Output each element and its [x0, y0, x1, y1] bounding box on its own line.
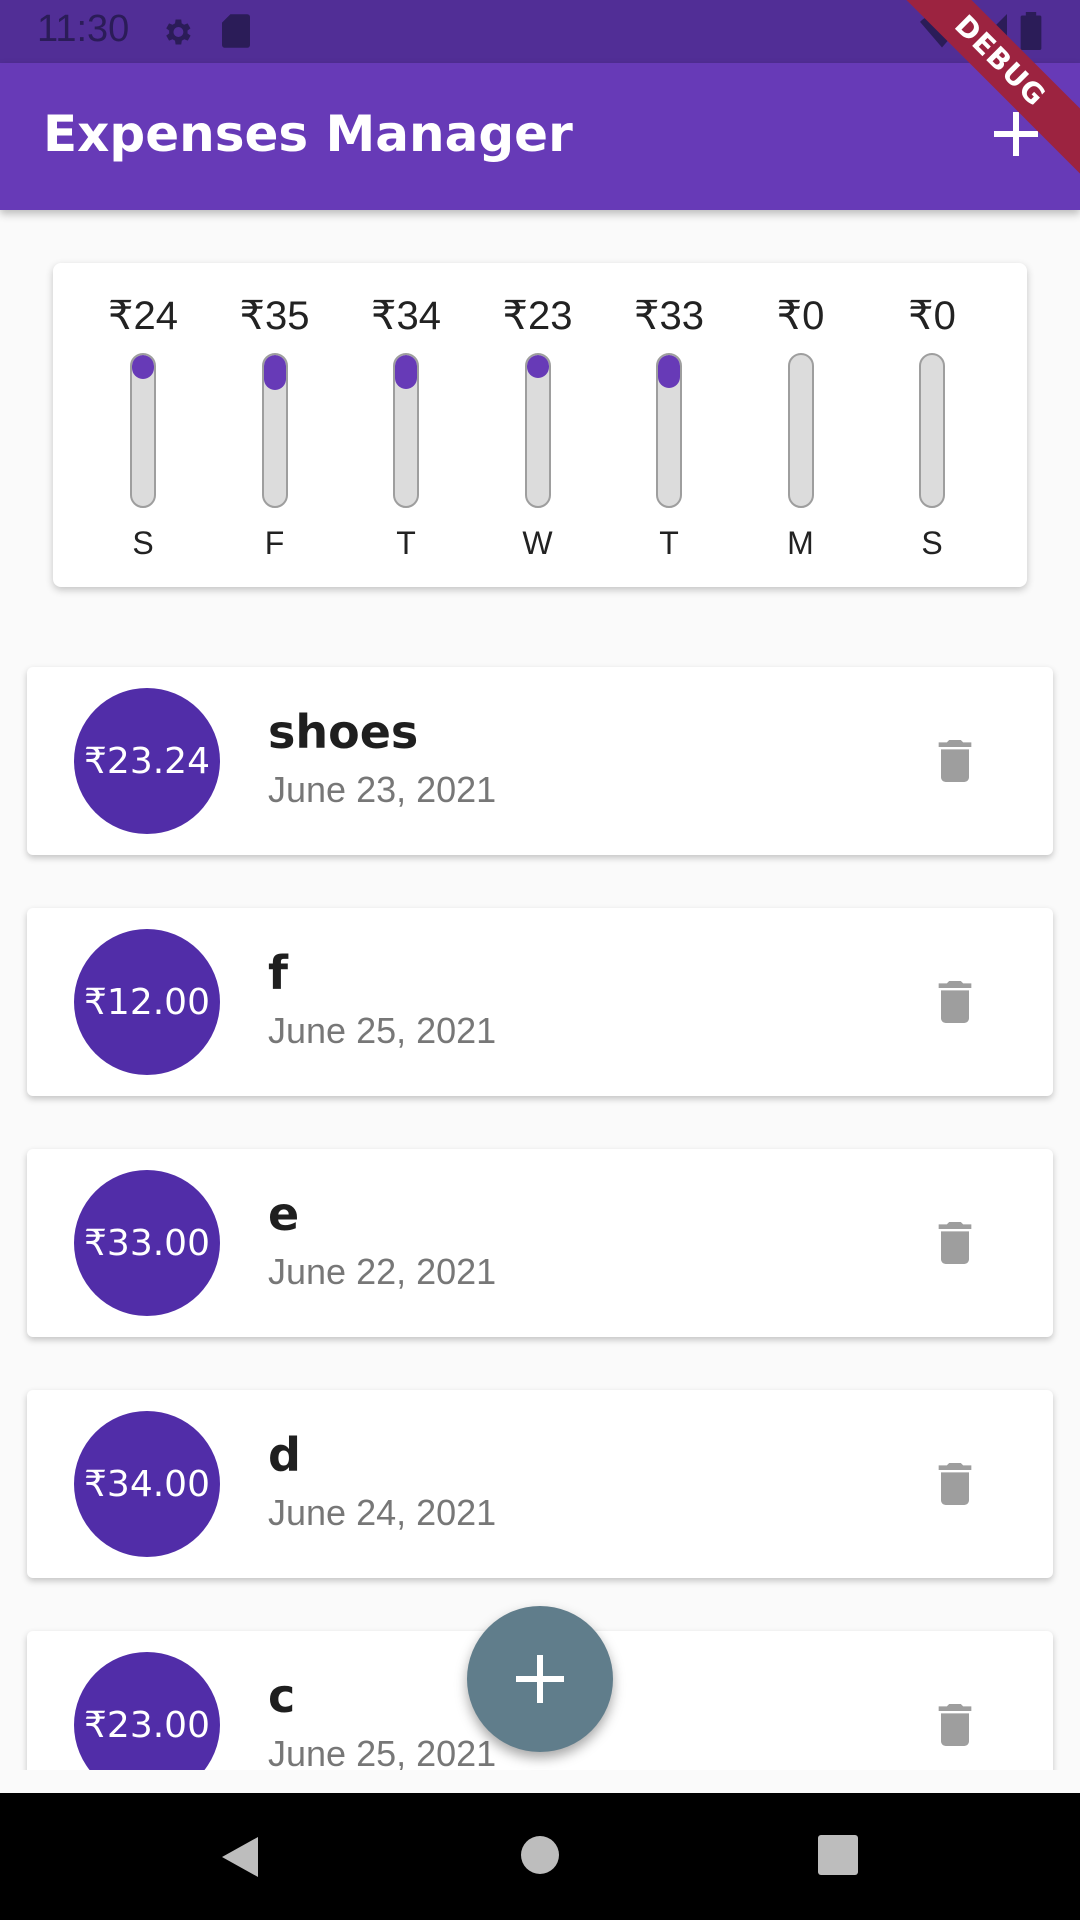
weekly-chart: ₹24 S ₹35 F ₹34 T ₹23 W ₹33 T ₹0 M ₹0 S [53, 263, 1027, 587]
bar-track [261, 353, 288, 508]
bar-day-label: S [132, 525, 154, 561]
amount-avatar: ₹12.00 [74, 929, 220, 1075]
bar-amount-label: ₹33 [634, 294, 704, 338]
bar-amount-label: ₹24 [108, 294, 178, 338]
bar-amount-label: ₹35 [239, 294, 310, 338]
chart-bar-column: ₹0 M [741, 263, 861, 587]
bar-day-label: M [787, 525, 814, 561]
transaction-card[interactable]: ₹23.24 shoes June 23, 2021 [27, 667, 1053, 855]
transaction-card[interactable]: ₹12.00 f June 25, 2021 [27, 908, 1053, 1096]
chart-bar-column: ₹34 T [346, 263, 466, 587]
bar-day-label: F [264, 525, 285, 561]
bar-track [130, 353, 156, 508]
bar-fill [526, 355, 549, 379]
bar-amount-label: ₹34 [371, 294, 441, 338]
transaction-title: e [268, 1187, 300, 1241]
bar-track [524, 353, 551, 508]
chart-bar-column: ₹35 F [215, 263, 335, 587]
delete-icon[interactable] [927, 1697, 983, 1753]
bar-day-label: T [659, 525, 679, 561]
add-fab-button[interactable] [467, 1606, 613, 1752]
transaction-title: d [268, 1428, 301, 1482]
system-nav-bar [0, 1793, 1080, 1920]
delete-icon[interactable] [927, 974, 983, 1030]
sd-card-icon [222, 14, 250, 52]
home-icon[interactable] [520, 1835, 560, 1879]
chart-bar-column: ₹0 S [872, 263, 992, 587]
plus-icon [516, 1655, 564, 1703]
amount-avatar: ₹34.00 [74, 1411, 220, 1557]
transaction-date: June 25, 2021 [268, 1733, 497, 1770]
delete-icon[interactable] [927, 1215, 983, 1271]
recents-icon[interactable] [818, 1835, 858, 1879]
transaction-date: June 22, 2021 [268, 1251, 497, 1292]
chart-bar-column: ₹23 W [478, 263, 598, 587]
status-time: 11:30 [37, 8, 130, 50]
transaction-date: June 25, 2021 [268, 1010, 497, 1051]
delete-icon[interactable] [927, 733, 983, 789]
bar-track [787, 353, 814, 508]
bar-track [919, 353, 945, 508]
delete-icon[interactable] [927, 1456, 983, 1512]
bar-day-label: S [921, 525, 943, 561]
transaction-date: June 23, 2021 [268, 769, 497, 810]
transaction-card[interactable]: ₹34.00 d June 24, 2021 [27, 1390, 1053, 1578]
bar-amount-label: ₹0 [908, 294, 956, 338]
bar-fill [132, 355, 154, 380]
transaction-list[interactable]: ₹23.24 shoes June 23, 2021 ₹12.00 f June 25, … [0, 640, 1080, 1770]
bar-day-label: W [522, 525, 553, 561]
transaction-title: f [268, 946, 289, 1000]
bar-fill [263, 355, 286, 391]
bar-amount-label: ₹23 [502, 294, 573, 338]
transaction-title: shoes [268, 705, 419, 759]
bar-day-label: T [396, 525, 416, 561]
amount-avatar: ₹23.24 [74, 688, 220, 834]
bar-track [393, 353, 419, 508]
battery-icon [1020, 12, 1042, 54]
app-title: Expenses Manager [43, 105, 573, 163]
app-bar: Expenses Manager [0, 63, 1080, 210]
transaction-title: c [268, 1669, 296, 1723]
transaction-date: June 24, 2021 [268, 1492, 497, 1533]
transaction-card[interactable]: ₹33.00 e June 22, 2021 [27, 1149, 1053, 1337]
chart-bar-column: ₹33 T [609, 263, 729, 587]
bar-track [656, 353, 682, 508]
bar-amount-label: ₹0 [776, 294, 825, 338]
gear-icon [160, 15, 194, 53]
amount-avatar: ₹33.00 [74, 1170, 220, 1316]
bar-fill [395, 355, 417, 390]
chart-bar-column: ₹24 S [83, 263, 203, 587]
bar-fill [658, 355, 680, 389]
amount-avatar: ₹23.00 [74, 1652, 220, 1770]
back-icon[interactable] [218, 1833, 262, 1885]
